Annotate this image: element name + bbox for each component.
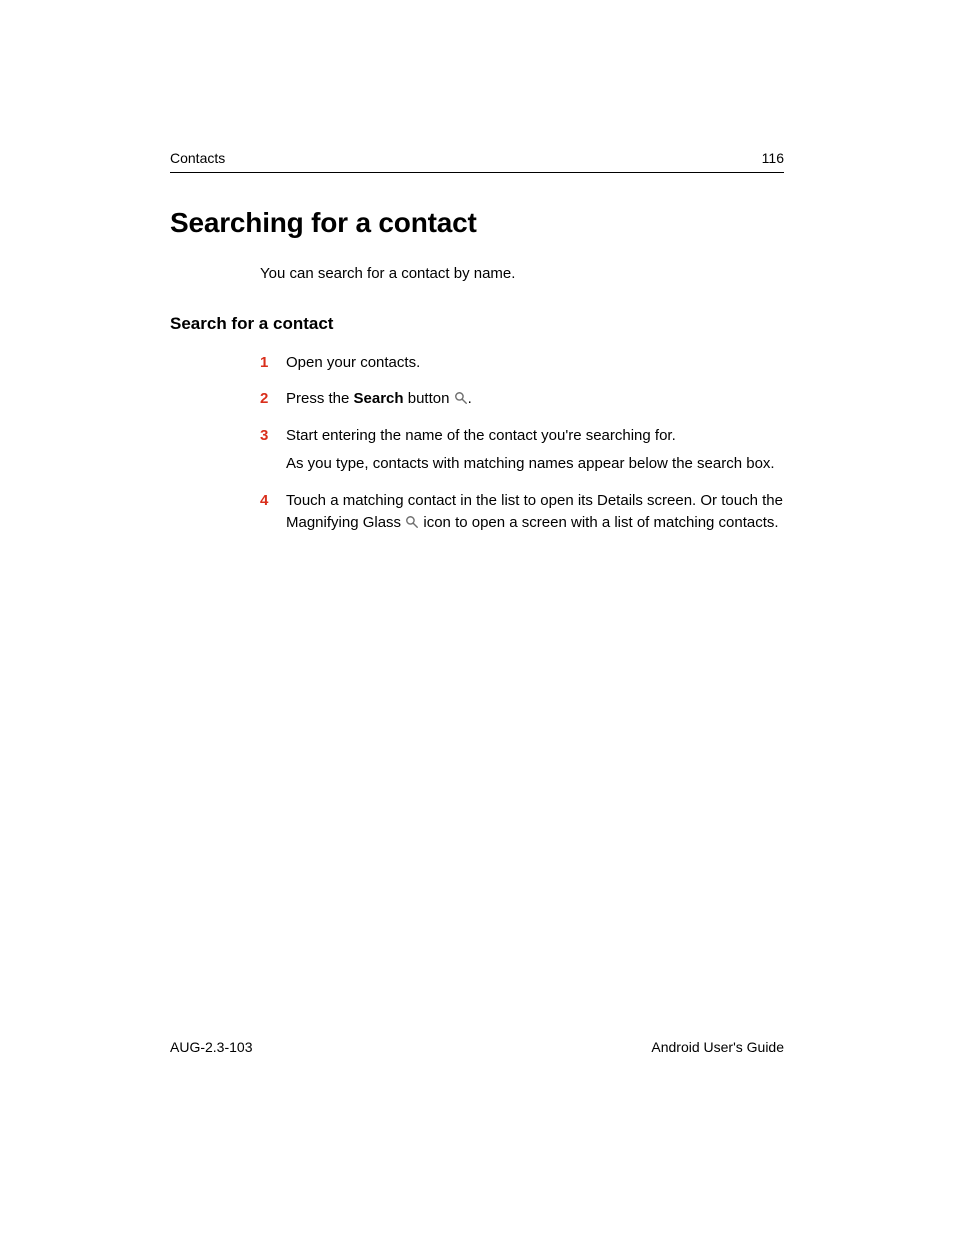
- step-item: Open your contacts.: [260, 352, 784, 375]
- footer-doc-id: AUG-2.3-103: [170, 1039, 252, 1055]
- section-heading: Search for a contact: [170, 314, 784, 334]
- step-text: Start entering the name of the contact y…: [286, 427, 676, 444]
- step-text-bold: Search: [354, 390, 404, 407]
- step-item: Start entering the name of the contact y…: [260, 425, 784, 476]
- step-subtext: As you type, contacts with matching name…: [286, 453, 784, 476]
- step-item: Touch a matching contact in the list to …: [260, 490, 784, 535]
- page-title: Searching for a contact: [170, 207, 784, 239]
- step-list: Open your contacts. Press the Search but…: [260, 352, 784, 535]
- step-text: Open your contacts.: [286, 354, 420, 371]
- running-header: Contacts 116: [170, 150, 784, 173]
- step-text: .: [468, 390, 472, 407]
- step-text: Press the: [286, 390, 354, 407]
- footer-doc-title: Android User's Guide: [651, 1039, 784, 1055]
- intro-paragraph: You can search for a contact by name.: [260, 263, 784, 286]
- header-page-number: 116: [762, 150, 784, 166]
- running-footer: AUG-2.3-103 Android User's Guide: [170, 1039, 784, 1055]
- search-icon: [454, 391, 468, 405]
- document-page: Contacts 116 Searching for a contact You…: [0, 0, 954, 1235]
- magnifying-glass-icon: [405, 515, 419, 529]
- step-item: Press the Search button .: [260, 388, 784, 411]
- header-section: Contacts: [170, 150, 225, 166]
- step-text: icon to open a screen with a list of mat…: [419, 514, 778, 531]
- step-text: button: [404, 390, 454, 407]
